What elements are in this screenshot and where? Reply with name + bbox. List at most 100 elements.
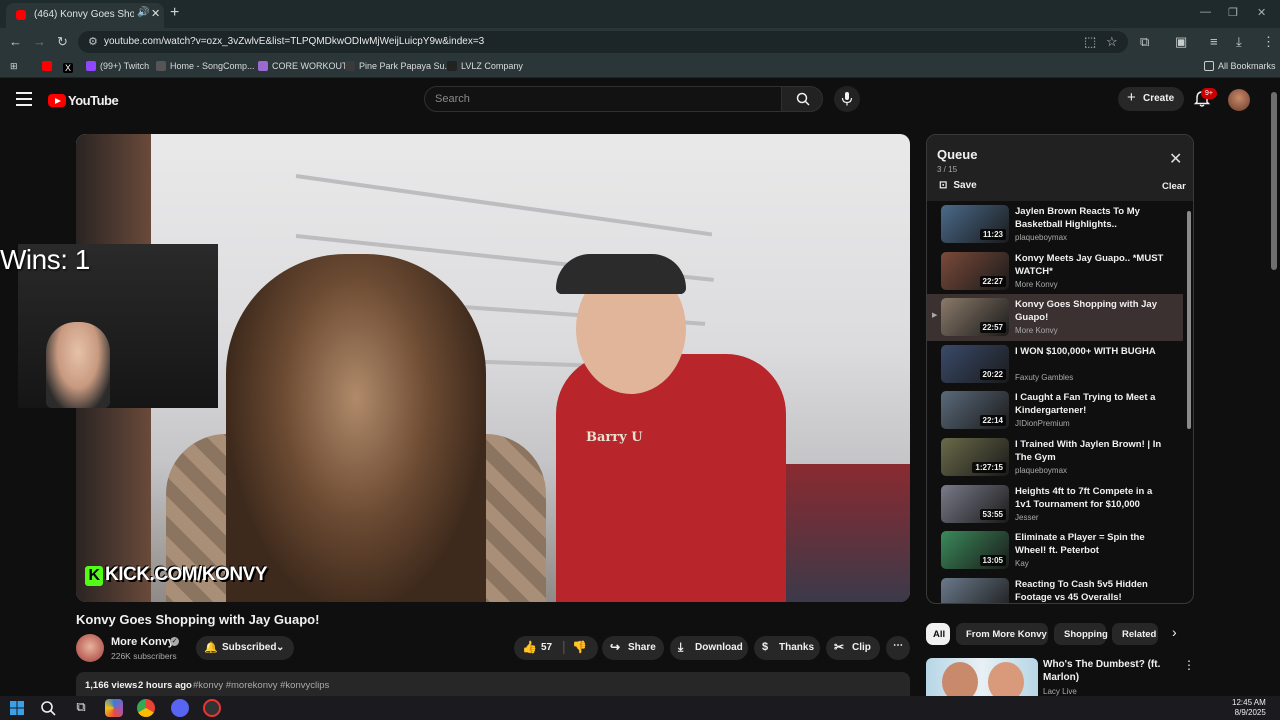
description-box[interactable]: 1,166 views 2 hours ago #konvy #morekonv… (76, 672, 910, 696)
queue-item[interactable]: 11:23 Jaylen Brown Reacts To My Basketbal… (927, 201, 1183, 248)
clip-button[interactable]: ✂ Clip (826, 636, 880, 660)
task-view-icon[interactable]: ⧉ (72, 699, 90, 717)
queue-item-title[interactable]: I Trained With Jaylen Brown! | In The Gy… (1015, 438, 1165, 464)
queue-item[interactable]: 22:27 Konvy Meets Jay Guapo.. *MUST WATCH… (927, 248, 1183, 295)
recommendation-thumbnail[interactable] (926, 658, 1038, 698)
queue-item-title[interactable]: Jaylen Brown Reacts To My Basketball Hig… (1015, 205, 1165, 231)
chip-related[interactable]: Related (1112, 623, 1158, 645)
queue-item[interactable]: 1:27:15 I Trained With Jaylen Brown! | In… (927, 434, 1183, 481)
taskbar-search-icon[interactable] (39, 699, 57, 717)
downloads-icon[interactable]: ⤓ (1236, 34, 1242, 50)
scrollbar-thumb[interactable] (1271, 92, 1277, 270)
bookmark-youtube[interactable] (42, 61, 56, 71)
tab-close-icon[interactable]: ✕ (151, 7, 160, 20)
dislike-icon[interactable]: 👎 (572, 640, 587, 654)
apps-icon[interactable]: ⊞ (10, 61, 18, 72)
page-scrollbar[interactable] (1268, 80, 1280, 696)
chip-all[interactable]: All (926, 623, 950, 645)
account-avatar[interactable] (1228, 89, 1250, 111)
queue-thumbnail[interactable]: 22:14 (941, 391, 1009, 430)
windows-start-icon[interactable] (8, 699, 26, 717)
site-info-icon[interactable]: ⚙ (88, 35, 98, 48)
chrome-icon[interactable] (137, 699, 155, 717)
like-icon[interactable]: 👍 (522, 640, 537, 654)
browser-menu-icon[interactable]: ⋮ (1262, 34, 1275, 50)
like-count[interactable]: 57 (541, 642, 552, 653)
minimize-icon[interactable]: — (1200, 6, 1211, 18)
bookmark-x[interactable]: X (63, 61, 77, 73)
queue-item[interactable]: ▶ 22:57 Konvy Goes Shopping with Jay Guapo… (927, 294, 1183, 342)
maximize-icon[interactable]: ❐ (1228, 6, 1238, 19)
channel-name[interactable]: More Konvy (111, 636, 174, 648)
hashtags[interactable]: #konvy #morekonvy #konvyclips (193, 680, 329, 691)
address-bar[interactable]: ⚙ youtube.com/watch?v=ozx_3vZwlvE&list=T… (78, 31, 1128, 53)
reload-icon[interactable]: ↻ (57, 34, 68, 50)
recommendation-title[interactable]: Who's The Dumbest? (ft. Marlon) (1043, 658, 1183, 684)
sidepanel-icon[interactable]: ▣ (1175, 34, 1187, 50)
queue-thumbnail[interactable]: 22:27 (941, 251, 1009, 290)
window-close-icon[interactable]: ✕ (1257, 6, 1266, 19)
hamburger-menu-icon[interactable] (16, 92, 32, 106)
queue-thumbnail[interactable]: 20:22 (941, 344, 1009, 383)
share-button[interactable]: ↪ Share (602, 636, 664, 660)
queue-thumbnail[interactable]: 22:57 (941, 298, 1009, 337)
recommendation-channel[interactable]: Lacy Live (1043, 687, 1077, 696)
queue-item[interactable]: 53:55 Heights 4ft to 7ft Compete in a 1v1… (927, 481, 1183, 528)
queue-item-title[interactable]: Eliminate a Player = Spin the Wheel! ft.… (1015, 531, 1165, 557)
queue-item-title[interactable]: Reacting To Cash 5v5 Hidden Footage vs 4… (1015, 578, 1165, 603)
queue-item-title[interactable]: Konvy Goes Shopping with Jay Guapo! (1015, 298, 1165, 324)
queue-item[interactable]: 20:22 I WON $100,000+ WITH BUGHA Faxuty Ga… (927, 341, 1183, 388)
bookmark-lvlz[interactable]: LVLZ Company (447, 61, 523, 71)
queue-save-button[interactable]: ⊡ Save (939, 180, 977, 191)
new-tab-icon[interactable]: + (170, 4, 179, 22)
queue-scrollbar-thumb[interactable] (1187, 211, 1191, 429)
chips-next-icon[interactable]: › (1172, 624, 1177, 640)
forward-icon[interactable]: → (33, 34, 46, 49)
obs-icon[interactable] (203, 699, 221, 717)
copilot-icon[interactable] (105, 699, 123, 717)
all-bookmarks[interactable]: All Bookmarks (1204, 61, 1276, 71)
extensions-icon[interactable]: ⧉ (1140, 34, 1149, 50)
queue-thumbnail[interactable]: 1:27:15 (941, 438, 1009, 476)
queue-item-title[interactable]: I WON $100,000+ WITH BUGHA (1015, 345, 1165, 358)
back-icon[interactable]: ← (9, 34, 22, 49)
queue-item-title[interactable]: Heights 4ft to 7ft Compete in a 1v1 Tour… (1015, 485, 1165, 511)
chip-shopping[interactable]: Shopping (1054, 623, 1108, 645)
thanks-button[interactable]: $ Thanks (754, 636, 820, 660)
search-button[interactable] (781, 86, 823, 112)
download-button[interactable]: ⤓ Download (670, 636, 748, 660)
recommendation-menu-icon[interactable]: ⋮ (1183, 658, 1195, 672)
youtube-logo[interactable]: YouTube (48, 92, 119, 110)
install-icon[interactable]: ⬚ (1084, 34, 1096, 50)
bookmark-twitch[interactable]: (99+) Twitch (86, 61, 149, 71)
bookmark-songcomp[interactable]: Home - SongComp... (156, 61, 255, 71)
queue-scrollbar[interactable] (1185, 201, 1193, 603)
browser-tab[interactable]: (464) Konvy Goes Shopping 🔊 ✕ (6, 3, 164, 28)
queue-item[interactable]: 22:14 I Caught a Fan Trying to Meet a Kin… (927, 387, 1183, 434)
discord-icon[interactable] (171, 699, 189, 717)
more-actions-button[interactable]: ⋯ (886, 636, 910, 660)
chip-from-more-konvy[interactable]: From More Konvy (956, 623, 1048, 645)
speaker-icon[interactable]: 🔊 (137, 7, 149, 18)
queue-item-title[interactable]: Konvy Meets Jay Guapo.. *MUST WATCH* (1015, 252, 1165, 278)
queue-item[interactable]: Reacting To Cash 5v5 Hidden Footage vs 4… (927, 574, 1183, 603)
bookmark-star-icon[interactable]: ☆ (1106, 34, 1118, 50)
queue-item-title[interactable]: I Caught a Fan Trying to Meet a Kinderga… (1015, 391, 1165, 417)
subscribed-button[interactable]: 🔔 Subscribed ⌄ (196, 636, 294, 660)
reading-list-icon[interactable]: ≡ (1210, 34, 1218, 49)
queue-thumbnail[interactable]: 11:23 (941, 205, 1009, 243)
search-input[interactable]: Search (424, 86, 782, 112)
system-clock[interactable]: 12:45 AM 8/9/2025 (1232, 698, 1266, 718)
queue-close-icon[interactable]: ✕ (1169, 149, 1182, 169)
queue-thumbnail[interactable] (941, 577, 1009, 603)
create-button[interactable]: + Create (1118, 87, 1184, 111)
voice-search-button[interactable] (834, 86, 860, 112)
queue-thumbnail[interactable]: 53:55 (941, 484, 1009, 523)
queue-clear-button[interactable]: Clear (1162, 181, 1186, 192)
queue-thumbnail[interactable]: 13:05 (941, 531, 1009, 570)
bookmark-core-workout[interactable]: CORE WORKOUT (258, 61, 348, 71)
url-text[interactable]: youtube.com/watch?v=ozx_3vZwlvE&list=TLP… (104, 36, 484, 47)
bookmark-pine-park[interactable]: Pine Park Papaya Su... (345, 61, 452, 71)
channel-avatar[interactable] (76, 634, 104, 662)
queue-item[interactable]: 13:05 Eliminate a Player = Spin the Wheel… (927, 527, 1183, 574)
